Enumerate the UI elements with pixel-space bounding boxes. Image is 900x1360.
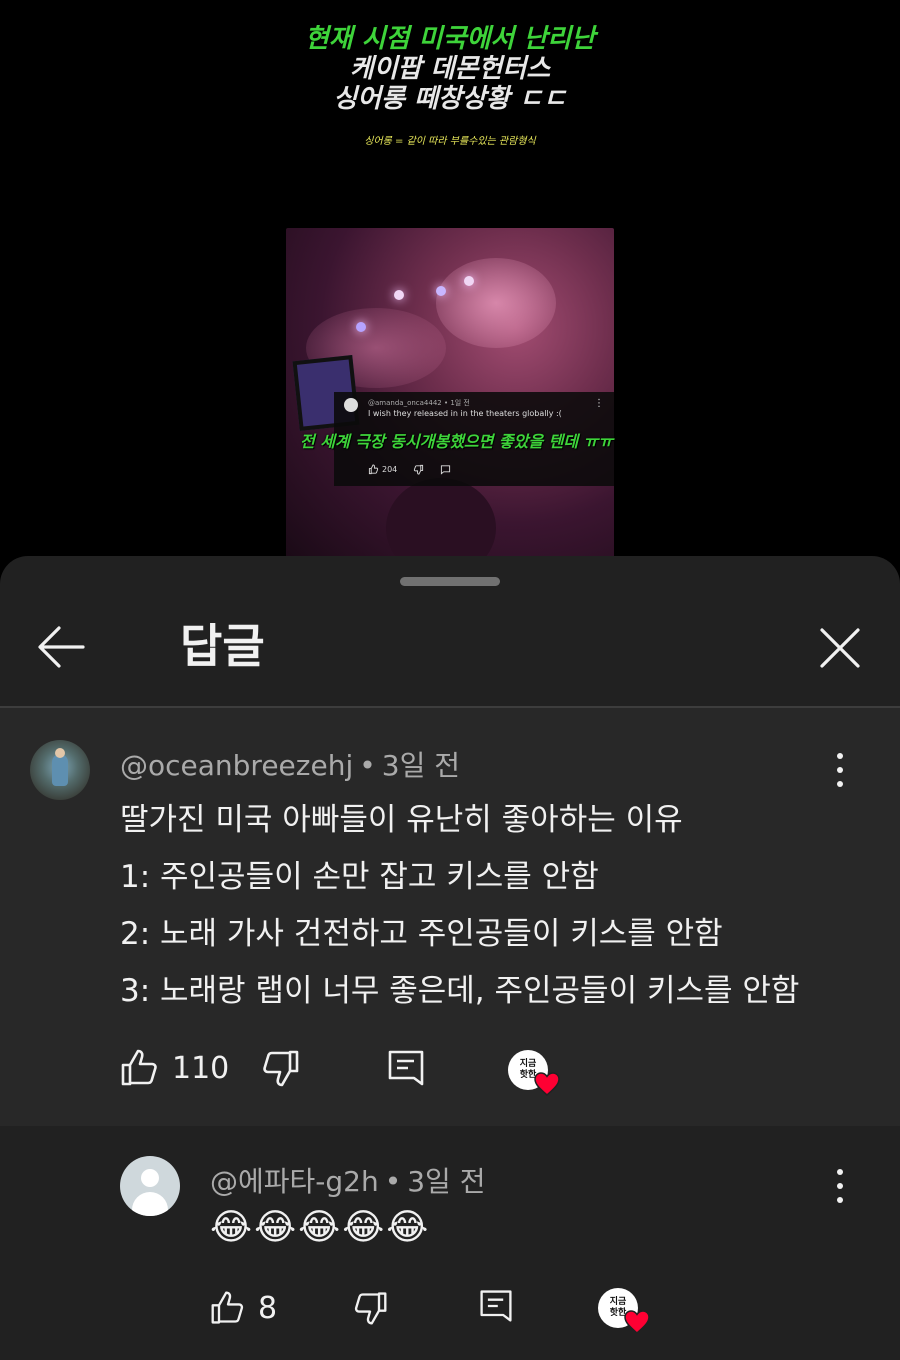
more-options-icon[interactable] — [830, 750, 850, 790]
video-player[interactable]: 현재 시점 미국에서 난리난 케이팝 데몬헌터스 싱어롱 떼창상황 ㄷㄷ 싱어롱… — [0, 0, 900, 580]
video-title-line-2: 케이팝 데몬헌터스 — [349, 54, 551, 84]
overlay-comment-text: I wish they released in in the theaters … — [368, 409, 562, 418]
drag-handle[interactable] — [400, 577, 500, 586]
overlay-dislike-icon — [414, 464, 424, 475]
video-title-line-3: 싱어롱 떼창상황 ㄷㄷ — [333, 84, 567, 114]
reply-icon[interactable] — [478, 1288, 514, 1324]
reply-text: 😂😂😂😂😂 — [210, 1207, 431, 1248]
parent-comment: @oceanbreezehj • 3일 전 딸가진 미국 아빠들이 유난히 좋아하는… — [0, 708, 900, 1126]
like-count: 110 — [172, 1050, 230, 1086]
like-button[interactable]: 110 — [120, 1048, 229, 1088]
reply-author[interactable]: @에파타-g2h — [210, 1165, 379, 1198]
sheet-title: 답글 — [180, 619, 265, 673]
reply-actions: 8 — [210, 1290, 277, 1326]
video-note: 싱어롱 = 같이 따라 부를수있는 관람형식 — [364, 136, 536, 147]
heart-icon — [624, 1310, 650, 1334]
replies-sheet: 답글 @oceanbreezehj • 3일 전 딸가진 미국 아빠들이 유난히 좋… — [0, 556, 900, 1360]
separator-dot: • — [359, 749, 376, 782]
overlay-like-count: 204 — [382, 465, 398, 474]
overlay-reply-icon — [441, 465, 451, 475]
heart-icon — [534, 1072, 560, 1096]
separator-dot: • — [384, 1165, 402, 1198]
back-arrow-icon[interactable] — [36, 624, 88, 670]
overlay-more-icon: ⋮ — [594, 398, 604, 409]
overlay-avatar — [344, 398, 358, 412]
more-options-icon[interactable] — [830, 1166, 850, 1206]
comment-line: 1: 주인공들이 손만 잡고 키스를 안함 — [120, 859, 599, 895]
comment-line: 딸가진 미국 아빠들이 유난히 좋아하는 이유 — [120, 802, 683, 838]
overlay-actions: 204 — [368, 464, 451, 475]
thumbs-down-icon[interactable] — [260, 1048, 300, 1088]
comment-body: 딸가진 미국 아빠들이 유난히 좋아하는 이유 1: 주인공들이 손만 잡고 키… — [120, 792, 860, 1020]
comment-line: 3: 노래랑 랩이 너무 좋은데, 주인공들이 키스를 안함 — [120, 973, 800, 1009]
reply-icon[interactable] — [386, 1048, 426, 1088]
thumbs-up-icon — [211, 1291, 244, 1324]
reply-comment: @에파타-g2h • 3일 전 😂😂😂😂😂 8 지금 핫한 — [0, 1126, 900, 1360]
reply-time: 3일 전 — [407, 1165, 486, 1198]
video-subtitle: 전 세계 극장 동시개봉했으면 좋았을 텐데 ㅠㅠ — [300, 432, 614, 451]
video-title-line-1: 현재 시점 미국에서 난리난 — [304, 24, 596, 54]
avatar[interactable] — [30, 740, 90, 800]
overlay-like-icon — [368, 464, 379, 475]
close-icon[interactable] — [816, 624, 864, 672]
thumbs-down-icon[interactable] — [352, 1290, 388, 1326]
default-avatar-icon[interactable] — [120, 1156, 180, 1216]
reply-header: @에파타-g2h • 3일 전 — [210, 1160, 485, 1200]
overlay-author: @amanda_onca4442 • 1일 전 — [368, 399, 470, 407]
comment-author[interactable]: @oceanbreezehj — [120, 749, 353, 782]
comment-time: 3일 전 — [381, 749, 460, 782]
comment-actions: 110 — [120, 1048, 229, 1088]
like-button[interactable]: 8 — [210, 1290, 277, 1326]
comment-line: 2: 노래 가사 건전하고 주인공들이 키스를 안함 — [120, 916, 723, 952]
like-count: 8 — [258, 1290, 278, 1326]
comment-header: @oceanbreezehj • 3일 전 — [120, 744, 460, 784]
thumbs-up-icon — [121, 1049, 157, 1086]
